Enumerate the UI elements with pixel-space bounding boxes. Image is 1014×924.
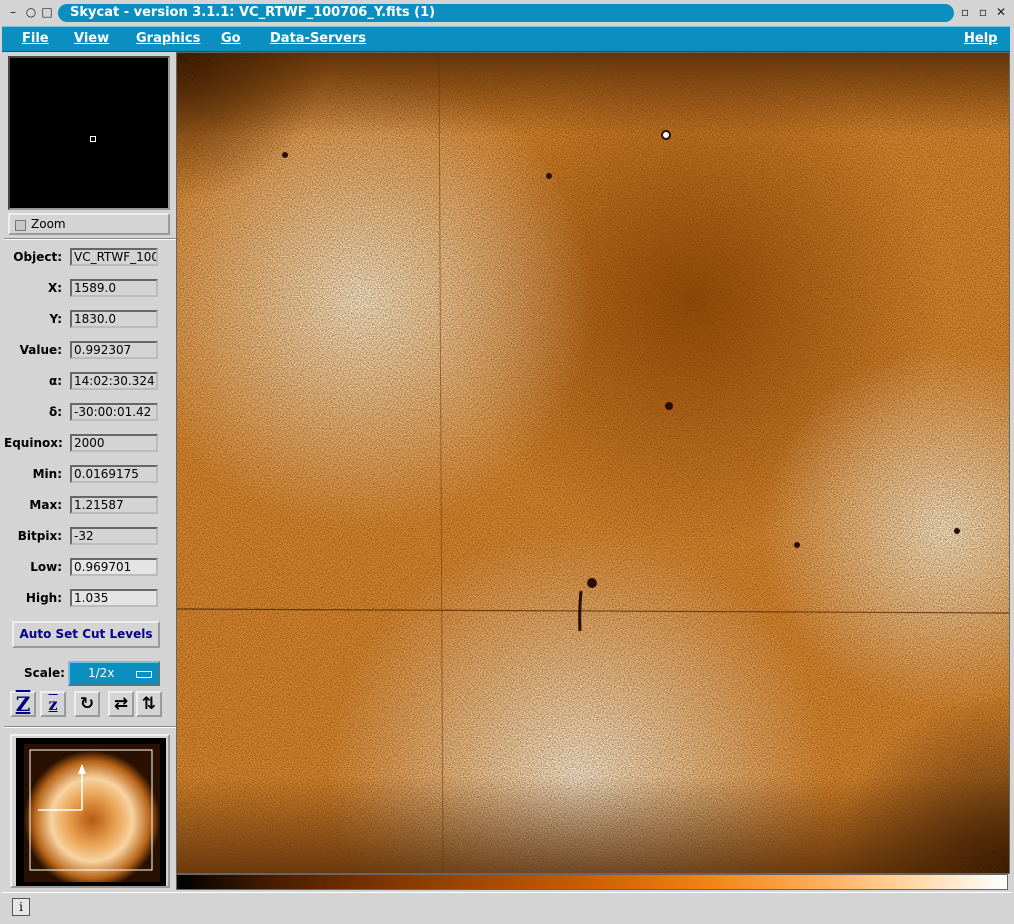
dec-field: -30:00:01.42 bbox=[70, 403, 158, 421]
divider bbox=[4, 726, 176, 728]
y-field: 1830.0 bbox=[70, 310, 158, 328]
low-cut-input[interactable]: 0.969701 bbox=[70, 558, 158, 576]
close-icon[interactable]: ✕ bbox=[994, 5, 1008, 19]
value-label: Value: bbox=[19, 343, 62, 357]
flip-y-button[interactable]: ⇅ bbox=[136, 691, 162, 717]
dark-blob bbox=[587, 578, 597, 588]
flip-x-button[interactable]: ⇄ bbox=[108, 691, 134, 717]
info-icon[interactable]: i bbox=[12, 898, 30, 916]
menu-file[interactable]: File bbox=[22, 31, 49, 46]
control-panel: Zoom Object: VC_RTWF_100706_Y X: 1589.0 … bbox=[4, 52, 176, 892]
pan-window[interactable] bbox=[10, 734, 170, 888]
bitpix-field: -32 bbox=[70, 527, 158, 545]
divider bbox=[4, 238, 176, 240]
zoom-cursor-marker bbox=[90, 136, 96, 142]
menu-help[interactable]: Help bbox=[964, 31, 997, 46]
window-menu-icon[interactable]: – bbox=[6, 5, 20, 19]
fits-image bbox=[177, 53, 1009, 873]
bright-star bbox=[661, 130, 671, 140]
zoom-out-icon: z bbox=[48, 694, 58, 714]
object-field: VC_RTWF_100706_Y bbox=[70, 248, 158, 266]
dark-spot bbox=[282, 152, 288, 158]
pan-thumbnail[interactable] bbox=[16, 738, 166, 886]
iconify-icon[interactable]: ○ bbox=[24, 5, 38, 19]
pan-thumbnail-image bbox=[24, 744, 160, 882]
x-label: X: bbox=[47, 281, 62, 295]
object-label: Object: bbox=[13, 250, 62, 264]
min-label: Min: bbox=[32, 467, 62, 481]
zoom-toggle[interactable]: Zoom bbox=[8, 213, 170, 235]
low-label: Low: bbox=[30, 560, 62, 574]
colorbar[interactable] bbox=[176, 874, 1008, 890]
dark-spot bbox=[954, 528, 960, 534]
zoom-checkbox[interactable] bbox=[15, 220, 26, 231]
dark-spot bbox=[794, 542, 800, 548]
option-menu-indicator-icon bbox=[136, 671, 152, 678]
min-field: 0.0169175 bbox=[70, 465, 158, 483]
scale-menu-button[interactable]: 1/2x bbox=[68, 661, 160, 686]
max-field: 1.21587 bbox=[70, 496, 158, 514]
menu-bar: File View Graphics Go Data-Servers Help bbox=[2, 26, 1010, 52]
zoom-window bbox=[8, 56, 170, 210]
flip-x-icon: ⇄ bbox=[113, 694, 129, 714]
rotate-icon: ↻ bbox=[79, 694, 95, 714]
zoom-label: Zoom bbox=[31, 217, 66, 231]
equinox-field: 2000 bbox=[70, 434, 158, 452]
dark-spot bbox=[665, 402, 673, 410]
ra-field: 14:02:30.324 bbox=[70, 372, 158, 390]
status-bar: i bbox=[2, 892, 1012, 923]
ra-label: α: bbox=[48, 374, 62, 388]
image-canvas[interactable] bbox=[176, 52, 1010, 874]
menu-data-servers[interactable]: Data-Servers bbox=[270, 31, 366, 46]
x-field: 1589.0 bbox=[70, 279, 158, 297]
y-label: Y: bbox=[49, 312, 62, 326]
rotate-button[interactable]: ↻ bbox=[74, 691, 100, 717]
restore-right-icon[interactable]: ▫ bbox=[976, 5, 990, 19]
value-field: 0.992307 bbox=[70, 341, 158, 359]
bitpix-label: Bitpix: bbox=[17, 529, 62, 543]
scale-label: Scale: bbox=[24, 666, 65, 680]
dark-spot bbox=[546, 173, 552, 179]
flip-y-icon: ⇅ bbox=[141, 694, 157, 714]
dec-label: δ: bbox=[48, 405, 62, 419]
high-cut-input[interactable]: 1.035 bbox=[70, 589, 158, 607]
menu-graphics[interactable]: Graphics bbox=[136, 31, 200, 46]
max-label: Max: bbox=[29, 498, 62, 512]
zoom-in-icon: Z bbox=[15, 692, 31, 716]
image-noise bbox=[177, 53, 1009, 873]
zoom-in-button[interactable]: Z bbox=[10, 691, 36, 717]
equinox-label: Equinox: bbox=[4, 436, 63, 450]
menu-view[interactable]: View bbox=[74, 31, 109, 46]
zoom-out-button[interactable]: z bbox=[40, 691, 66, 717]
pan-image-field bbox=[24, 744, 160, 882]
restore-left-icon[interactable]: ▫ bbox=[958, 5, 972, 19]
menu-go[interactable]: Go bbox=[221, 31, 241, 46]
window-title: Skycat - version 3.1.1: VC_RTWF_100706_Y… bbox=[58, 4, 954, 22]
maximize-icon[interactable]: □ bbox=[40, 5, 54, 19]
scale-value: 1/2x bbox=[88, 666, 115, 680]
high-label: High: bbox=[25, 591, 62, 605]
title-bar: – ○ □ Skycat - version 3.1.1: VC_RTWF_10… bbox=[0, 0, 1014, 26]
dark-streak bbox=[578, 590, 583, 632]
auto-set-cut-levels-button[interactable]: Auto Set Cut Levels bbox=[12, 621, 160, 648]
